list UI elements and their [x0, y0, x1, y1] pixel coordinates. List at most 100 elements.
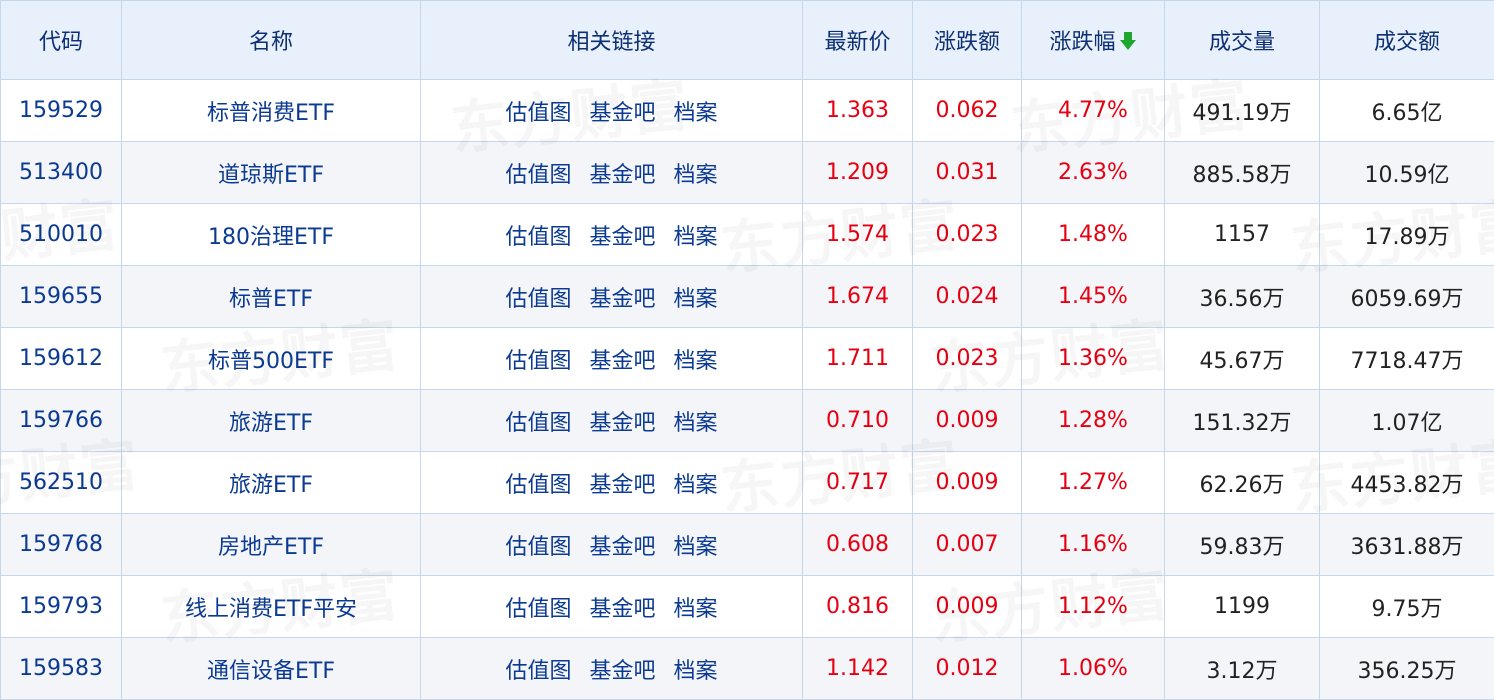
cell-code[interactable]: 159583 [1, 638, 122, 700]
header-row: 代码 名称 相关链接 最新价 涨跌额 涨跌幅 成交量 成交额 [1, 1, 1494, 80]
table-row[interactable]: 513400道琼斯ETF估值图基金吧档案1.2090.0312.63%885.5… [1, 142, 1494, 204]
link-valuation-chart[interactable]: 估值图 [505, 591, 571, 623]
cell-price: 0.816 [803, 576, 913, 638]
cell-name[interactable]: 标普消费ETF [122, 80, 421, 142]
link-valuation-chart[interactable]: 估值图 [505, 467, 571, 499]
link-valuation-chart[interactable]: 估值图 [505, 653, 571, 685]
cell-code[interactable]: 159793 [1, 576, 122, 638]
cell-code[interactable]: 159766 [1, 390, 122, 452]
table-row[interactable]: 159583通信设备ETF估值图基金吧档案1.1420.0121.06%3.12… [1, 638, 1494, 700]
table-row[interactable]: 159768房地产ETF估值图基金吧档案0.6080.0071.16%59.83… [1, 514, 1494, 576]
link-valuation-chart[interactable]: 估值图 [505, 219, 571, 251]
header-code[interactable]: 代码 [1, 1, 122, 80]
table-row[interactable]: 159612标普500ETF估值图基金吧档案1.7110.0231.36%45.… [1, 328, 1494, 390]
link-archive[interactable]: 档案 [674, 653, 718, 685]
cell-links: 估值图基金吧档案 [421, 80, 803, 142]
link-valuation-chart[interactable]: 估值图 [505, 157, 571, 189]
link-archive[interactable]: 档案 [674, 529, 718, 561]
cell-change: 0.031 [913, 142, 1022, 204]
link-archive[interactable]: 档案 [674, 591, 718, 623]
cell-name[interactable]: 线上消费ETF平安 [122, 576, 421, 638]
cell-links: 估值图基金吧档案 [421, 204, 803, 266]
link-fund-forum[interactable]: 基金吧 [589, 467, 655, 499]
header-price[interactable]: 最新价 [803, 1, 913, 80]
link-archive[interactable]: 档案 [674, 219, 718, 251]
cell-change-pct: 1.36% [1022, 328, 1165, 390]
header-links: 相关链接 [421, 1, 803, 80]
link-archive[interactable]: 档案 [674, 405, 718, 437]
cell-volume: 62.26万 [1165, 452, 1320, 514]
header-amount[interactable]: 成交额 [1320, 1, 1494, 80]
cell-links: 估值图基金吧档案 [421, 638, 803, 700]
cell-amount: 4453.82万 [1320, 452, 1494, 514]
link-fund-forum[interactable]: 基金吧 [589, 591, 655, 623]
arrow-down-icon [1119, 31, 1137, 51]
link-valuation-chart[interactable]: 估值图 [505, 529, 571, 561]
link-archive[interactable]: 档案 [674, 281, 718, 313]
cell-code[interactable]: 159529 [1, 80, 122, 142]
table-row[interactable]: 159793线上消费ETF平安估值图基金吧档案0.8160.0091.12%11… [1, 576, 1494, 638]
cell-change-pct: 2.63% [1022, 142, 1165, 204]
cell-volume: 1199 [1165, 576, 1320, 638]
cell-name[interactable]: 通信设备ETF [122, 638, 421, 700]
header-volume[interactable]: 成交量 [1165, 1, 1320, 80]
link-fund-forum[interactable]: 基金吧 [589, 405, 655, 437]
link-fund-forum[interactable]: 基金吧 [589, 529, 655, 561]
link-valuation-chart[interactable]: 估值图 [505, 281, 571, 313]
cell-change-pct: 1.48% [1022, 204, 1165, 266]
link-archive[interactable]: 档案 [674, 95, 718, 127]
link-fund-forum[interactable]: 基金吧 [589, 219, 655, 251]
cell-code[interactable]: 510010 [1, 204, 122, 266]
link-archive[interactable]: 档案 [674, 467, 718, 499]
cell-volume: 491.19万 [1165, 80, 1320, 142]
table-row[interactable]: 562510旅游ETF估值图基金吧档案0.7170.0091.27%62.26万… [1, 452, 1494, 514]
link-fund-forum[interactable]: 基金吧 [589, 653, 655, 685]
link-valuation-chart[interactable]: 估值图 [505, 95, 571, 127]
header-change-pct[interactable]: 涨跌幅 [1022, 1, 1165, 80]
cell-change-pct: 1.45% [1022, 266, 1165, 328]
cell-code[interactable]: 159768 [1, 514, 122, 576]
cell-change-pct: 1.06% [1022, 638, 1165, 700]
etf-quote-table: 代码 名称 相关链接 最新价 涨跌额 涨跌幅 成交量 成交额 159529标普消… [0, 0, 1494, 700]
cell-change: 0.023 [913, 204, 1022, 266]
table-body: 159529标普消费ETF估值图基金吧档案1.3630.0624.77%491.… [1, 80, 1494, 700]
header-name[interactable]: 名称 [122, 1, 421, 80]
table-row[interactable]: 159655标普ETF估值图基金吧档案1.6740.0241.45%36.56万… [1, 266, 1494, 328]
link-fund-forum[interactable]: 基金吧 [589, 157, 655, 189]
cell-code[interactable]: 513400 [1, 142, 122, 204]
cell-change: 0.024 [913, 266, 1022, 328]
cell-code[interactable]: 159612 [1, 328, 122, 390]
cell-name[interactable]: 旅游ETF [122, 390, 421, 452]
cell-name[interactable]: 标普500ETF [122, 328, 421, 390]
cell-name[interactable]: 标普ETF [122, 266, 421, 328]
cell-price: 1.674 [803, 266, 913, 328]
link-fund-forum[interactable]: 基金吧 [589, 343, 655, 375]
cell-name[interactable]: 旅游ETF [122, 452, 421, 514]
cell-amount: 10.59亿 [1320, 142, 1494, 204]
link-valuation-chart[interactable]: 估值图 [505, 405, 571, 437]
cell-price: 0.717 [803, 452, 913, 514]
link-archive[interactable]: 档案 [674, 343, 718, 375]
link-fund-forum[interactable]: 基金吧 [589, 95, 655, 127]
cell-change: 0.007 [913, 514, 1022, 576]
table-row[interactable]: 159766旅游ETF估值图基金吧档案0.7100.0091.28%151.32… [1, 390, 1494, 452]
cell-name[interactable]: 180治理ETF [122, 204, 421, 266]
cell-price: 0.710 [803, 390, 913, 452]
header-change[interactable]: 涨跌额 [913, 1, 1022, 80]
cell-change: 0.009 [913, 390, 1022, 452]
cell-amount: 6059.69万 [1320, 266, 1494, 328]
table-row[interactable]: 510010180治理ETF估值图基金吧档案1.5740.0231.48%115… [1, 204, 1494, 266]
cell-links: 估值图基金吧档案 [421, 514, 803, 576]
cell-amount: 17.89万 [1320, 204, 1494, 266]
cell-change-pct: 1.12% [1022, 576, 1165, 638]
link-fund-forum[interactable]: 基金吧 [589, 281, 655, 313]
cell-name[interactable]: 房地产ETF [122, 514, 421, 576]
cell-volume: 59.83万 [1165, 514, 1320, 576]
cell-price: 1.363 [803, 80, 913, 142]
cell-name[interactable]: 道琼斯ETF [122, 142, 421, 204]
table-row[interactable]: 159529标普消费ETF估值图基金吧档案1.3630.0624.77%491.… [1, 80, 1494, 142]
cell-code[interactable]: 562510 [1, 452, 122, 514]
cell-code[interactable]: 159655 [1, 266, 122, 328]
link-archive[interactable]: 档案 [674, 157, 718, 189]
link-valuation-chart[interactable]: 估值图 [505, 343, 571, 375]
